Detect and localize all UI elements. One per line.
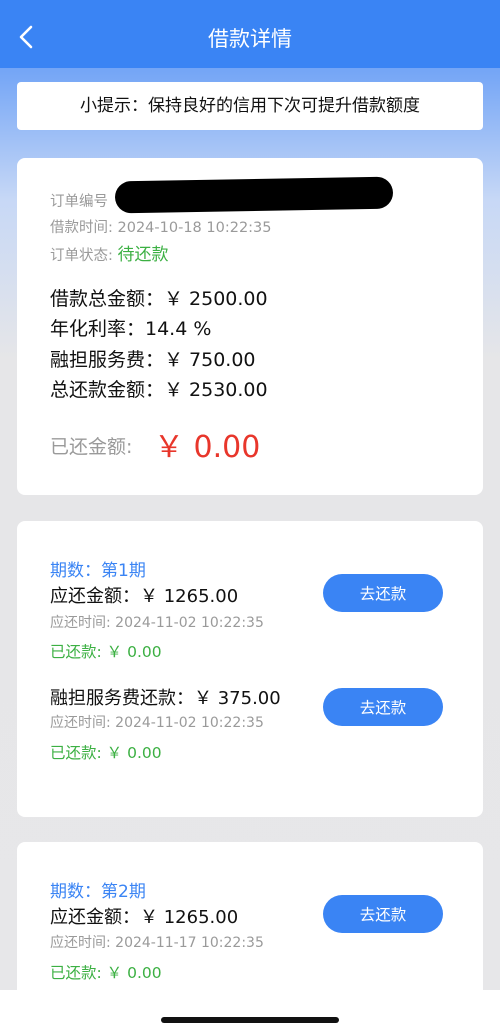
- loan-time-label: 借款时间:: [50, 220, 113, 236]
- fee-due-time: 应还时间: 2024-11-02 10:22:35: [50, 715, 264, 731]
- page-title: 借款详情: [208, 27, 292, 51]
- loan-time-value: 2024-10-18 10:22:35: [117, 220, 272, 236]
- installment-paid: 已还款: ￥ 0.00: [50, 643, 162, 661]
- installment-paid: 已还款: ￥ 0.00: [50, 964, 162, 982]
- fee-repayment-amount: 融担服务费还款：￥ 375.00: [50, 688, 281, 709]
- order-number-label: 订单编号: [50, 194, 108, 210]
- order-status-value: 待还款: [117, 245, 169, 265]
- installment-card-1: 期数：第1期 应还金额：￥ 1265.00 应还时间: 2024-11-02 1…: [17, 521, 483, 817]
- installment-period: 期数：第1期: [50, 561, 146, 581]
- redacted-order-number: [114, 176, 394, 214]
- guarantee-fee: 融担服务费：￥ 750.00: [50, 349, 256, 371]
- order-status-label: 订单状态:: [50, 248, 113, 264]
- total-repayment-amount: 总还款金额：￥ 2530.00: [50, 379, 268, 401]
- loan-time-row: 借款时间: 2024-10-18 10:22:35: [50, 216, 272, 237]
- loan-total-amount: 借款总金额：￥ 2500.00: [50, 288, 268, 310]
- installment-due-time: 应还时间: 2024-11-02 10:22:35: [50, 615, 264, 631]
- installment-amount: 应还金额：￥ 1265.00: [50, 907, 239, 928]
- annual-rate: 年化利率：14.4 %: [50, 318, 212, 340]
- fee-paid: 已还款: ￥ 0.00: [50, 744, 162, 762]
- repay-button[interactable]: 去还款: [323, 574, 443, 612]
- tip-banner: 小提示：保持良好的信用下次可提升借款额度: [17, 82, 483, 130]
- fee-repay-button[interactable]: 去还款: [323, 688, 443, 726]
- order-status-row: 订单状态: 待还款: [50, 240, 169, 265]
- nav-bar: 借款详情: [0, 0, 500, 68]
- order-summary-card: 订单编号 借款时间: 2024-10-18 10:22:35 订单状态: 待还款…: [17, 158, 483, 495]
- installment-period: 期数：第2期: [50, 882, 146, 902]
- paid-amount-label: 已还金额:: [50, 436, 133, 458]
- installment-amount: 应还金额：￥ 1265.00: [50, 586, 239, 607]
- home-indicator-bar[interactable]: [161, 1017, 339, 1023]
- paid-amount-value: ￥ 0.00: [154, 430, 261, 465]
- installment-due-time: 应还时间: 2024-11-17 10:22:35: [50, 935, 264, 951]
- repay-button[interactable]: 去还款: [323, 895, 443, 933]
- home-indicator-area: [0, 990, 500, 1033]
